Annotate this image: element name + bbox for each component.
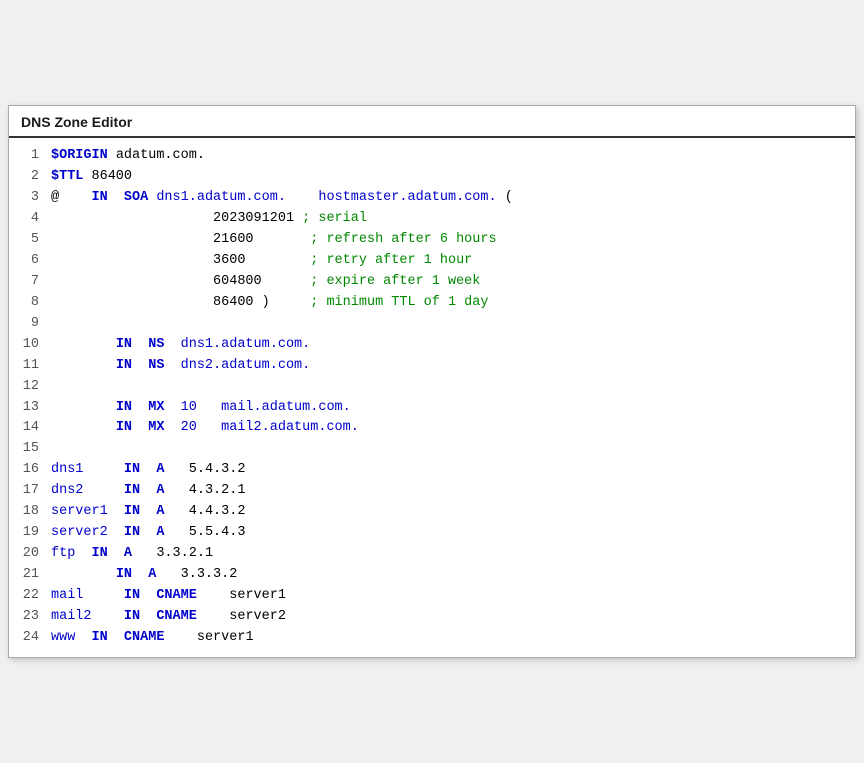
editor-line: 22mail IN CNAME server1 bbox=[9, 586, 855, 607]
line-number: 15 bbox=[13, 439, 51, 460]
line-content: mail IN CNAME server1 bbox=[51, 586, 286, 607]
line-content: IN MX 20 mail2.adatum.com. bbox=[51, 418, 359, 439]
line-number: 3 bbox=[13, 188, 51, 209]
editor-line: 24www IN CNAME server1 bbox=[9, 628, 855, 649]
line-number: 20 bbox=[13, 544, 51, 565]
line-number: 16 bbox=[13, 460, 51, 481]
editor-line: 7 604800 ; expire after 1 week bbox=[9, 272, 855, 293]
editor-line: 15 bbox=[9, 439, 855, 460]
editor-line: 19server2 IN A 5.5.4.3 bbox=[9, 523, 855, 544]
editor-line: 21 IN A 3.3.3.2 bbox=[9, 565, 855, 586]
editor-line: 5 21600 ; refresh after 6 hours bbox=[9, 230, 855, 251]
editor-line: 3@ IN SOA dns1.adatum.com. hostmaster.ad… bbox=[9, 188, 855, 209]
editor-line: 9 bbox=[9, 314, 855, 335]
line-content: IN NS dns1.adatum.com. bbox=[51, 335, 310, 356]
line-content: 86400 ) ; minimum TTL of 1 day bbox=[51, 293, 489, 314]
line-content: $TTL 86400 bbox=[51, 167, 132, 188]
line-number: 7 bbox=[13, 272, 51, 293]
editor-line: 6 3600 ; retry after 1 hour bbox=[9, 251, 855, 272]
line-number: 11 bbox=[13, 356, 51, 377]
line-number: 24 bbox=[13, 628, 51, 649]
line-number: 21 bbox=[13, 565, 51, 586]
line-number: 4 bbox=[13, 209, 51, 230]
editor-line: 16dns1 IN A 5.4.3.2 bbox=[9, 460, 855, 481]
editor-line: 23mail2 IN CNAME server2 bbox=[9, 607, 855, 628]
line-number: 14 bbox=[13, 418, 51, 439]
line-content: www IN CNAME server1 bbox=[51, 628, 254, 649]
editor-line: 4 2023091201 ; serial bbox=[9, 209, 855, 230]
line-content: mail2 IN CNAME server2 bbox=[51, 607, 286, 628]
title-bar: DNS Zone Editor bbox=[9, 106, 855, 138]
line-number: 8 bbox=[13, 293, 51, 314]
line-number: 6 bbox=[13, 251, 51, 272]
line-content: 21600 ; refresh after 6 hours bbox=[51, 230, 497, 251]
dns-zone-editor-window: DNS Zone Editor 1$ORIGIN adatum.com.2$TT… bbox=[8, 105, 856, 657]
line-content: ftp IN A 3.3.2.1 bbox=[51, 544, 213, 565]
editor-line: 1$ORIGIN adatum.com. bbox=[9, 146, 855, 167]
line-number: 18 bbox=[13, 502, 51, 523]
line-number: 17 bbox=[13, 481, 51, 502]
line-content: @ IN SOA dns1.adatum.com. hostmaster.ada… bbox=[51, 188, 513, 209]
editor-line: 2$TTL 86400 bbox=[9, 167, 855, 188]
editor-line: 12 bbox=[9, 377, 855, 398]
line-content: 3600 ; retry after 1 hour bbox=[51, 251, 472, 272]
line-number: 1 bbox=[13, 146, 51, 167]
line-number: 10 bbox=[13, 335, 51, 356]
editor-line: 10 IN NS dns1.adatum.com. bbox=[9, 335, 855, 356]
line-number: 22 bbox=[13, 586, 51, 607]
line-content: dns2 IN A 4.3.2.1 bbox=[51, 481, 245, 502]
line-content: server2 IN A 5.5.4.3 bbox=[51, 523, 245, 544]
window-title: DNS Zone Editor bbox=[21, 114, 132, 130]
line-number: 12 bbox=[13, 377, 51, 398]
editor-line: 14 IN MX 20 mail2.adatum.com. bbox=[9, 418, 855, 439]
line-content: 604800 ; expire after 1 week bbox=[51, 272, 480, 293]
line-content: $ORIGIN adatum.com. bbox=[51, 146, 205, 167]
line-number: 13 bbox=[13, 398, 51, 419]
editor-line: 8 86400 ) ; minimum TTL of 1 day bbox=[9, 293, 855, 314]
editor-line: 11 IN NS dns2.adatum.com. bbox=[9, 356, 855, 377]
line-number: 5 bbox=[13, 230, 51, 251]
line-content: IN MX 10 mail.adatum.com. bbox=[51, 398, 351, 419]
editor-line: 17dns2 IN A 4.3.2.1 bbox=[9, 481, 855, 502]
editor-line: 20ftp IN A 3.3.2.1 bbox=[9, 544, 855, 565]
line-content: IN A 3.3.3.2 bbox=[51, 565, 237, 586]
line-content: dns1 IN A 5.4.3.2 bbox=[51, 460, 245, 481]
line-content: IN NS dns2.adatum.com. bbox=[51, 356, 310, 377]
line-content: 2023091201 ; serial bbox=[51, 209, 367, 230]
editor-line: 18server1 IN A 4.4.3.2 bbox=[9, 502, 855, 523]
line-number: 9 bbox=[13, 314, 51, 335]
editor-area[interactable]: 1$ORIGIN adatum.com.2$TTL 864003@ IN SOA… bbox=[9, 138, 855, 656]
line-content: server1 IN A 4.4.3.2 bbox=[51, 502, 245, 523]
line-number: 2 bbox=[13, 167, 51, 188]
line-number: 23 bbox=[13, 607, 51, 628]
editor-line: 13 IN MX 10 mail.adatum.com. bbox=[9, 398, 855, 419]
line-number: 19 bbox=[13, 523, 51, 544]
